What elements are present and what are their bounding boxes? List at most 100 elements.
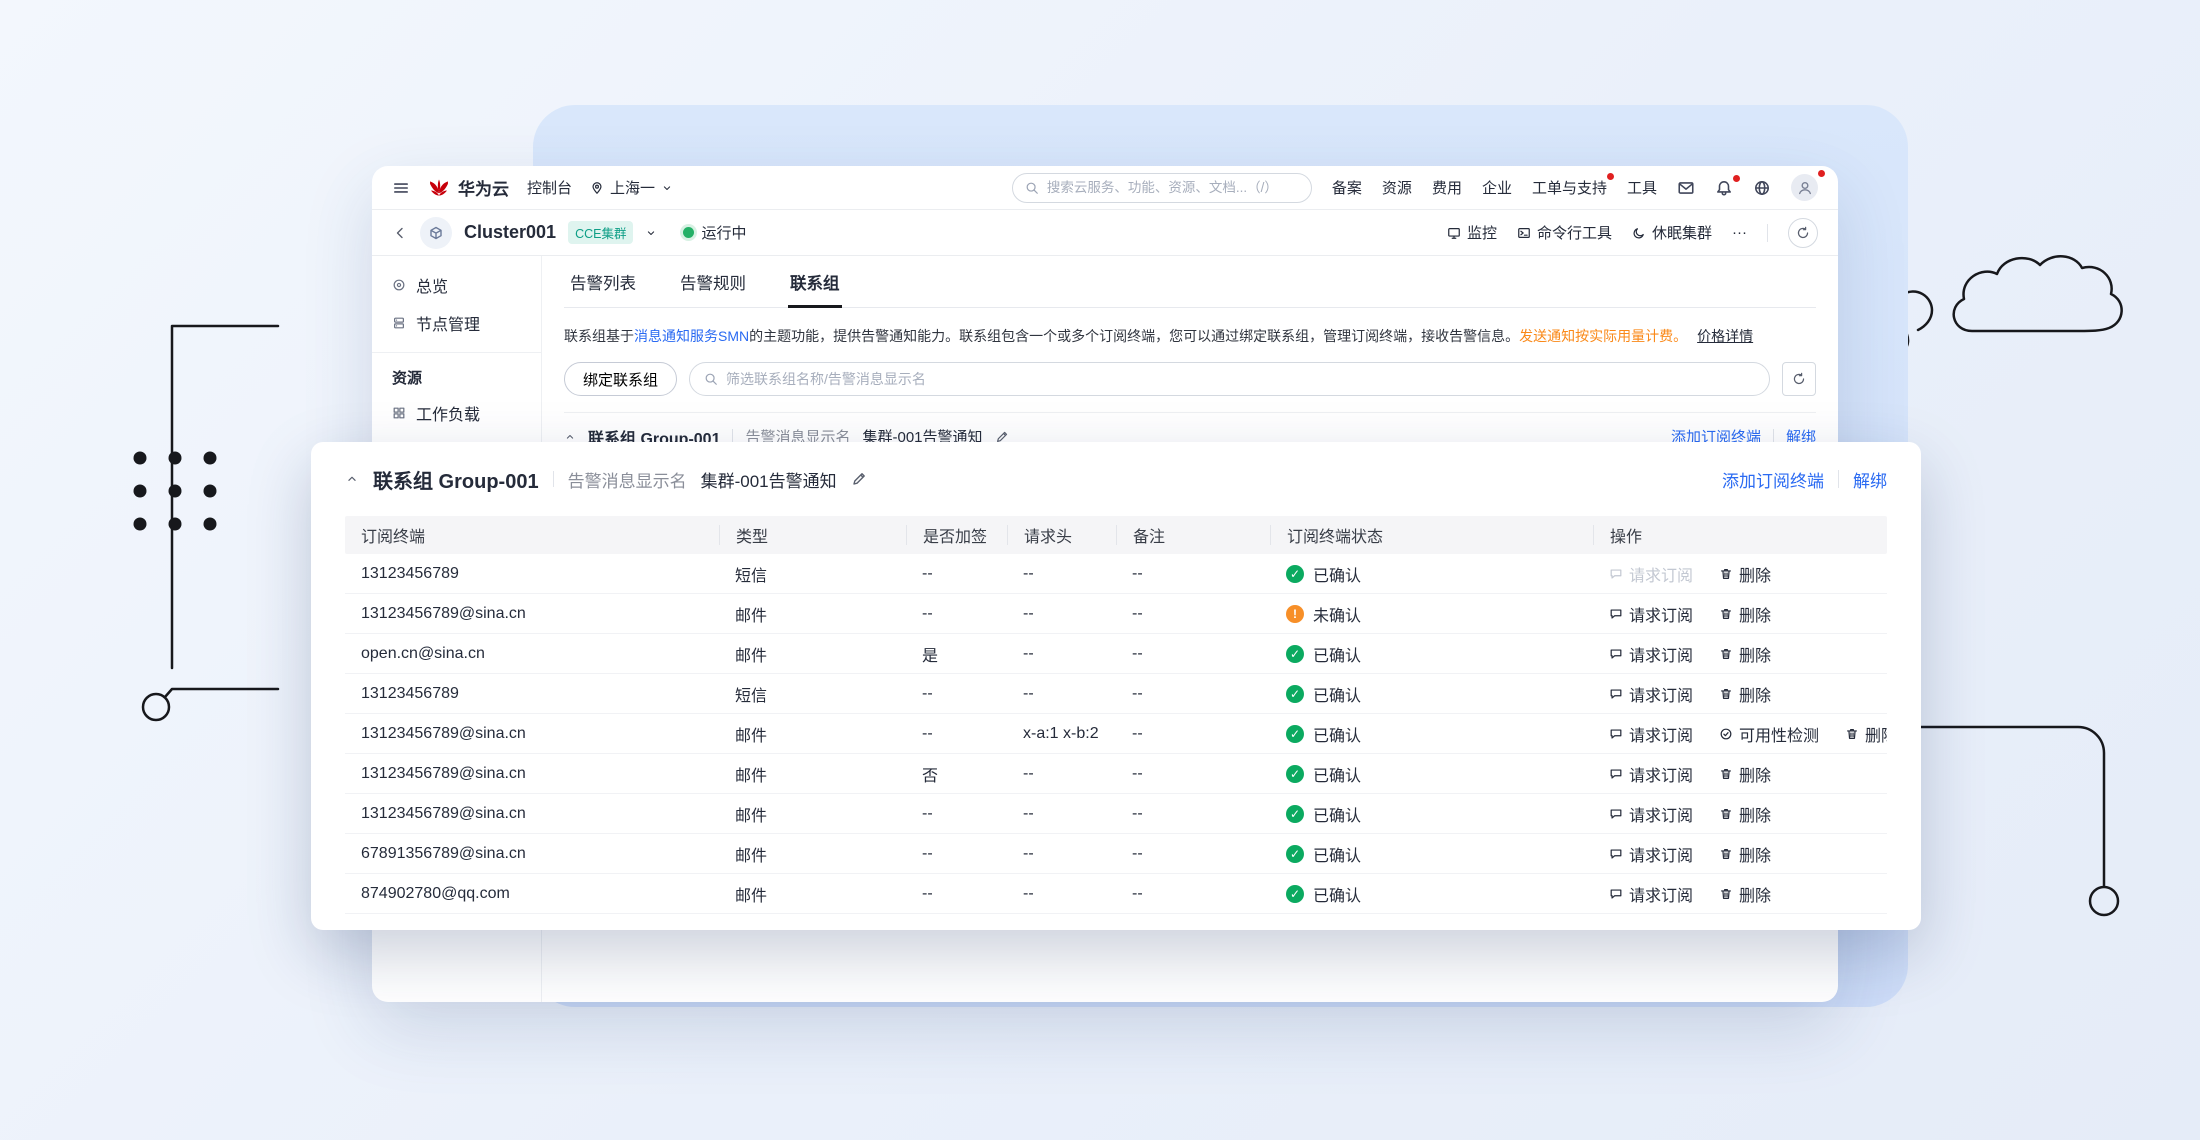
request-subscribe-action[interactable]: 请求订阅 <box>1609 642 1693 666</box>
endpoint-value: 13123456789@sina.cn <box>361 725 526 742</box>
refresh-button[interactable] <box>1788 218 1818 248</box>
collapse-chevron-icon[interactable] <box>564 431 576 443</box>
edit-icon[interactable] <box>851 471 867 487</box>
region-selector[interactable]: 上海一 <box>590 177 673 198</box>
delete-action[interactable]: 删除 <box>1845 722 1887 746</box>
request-subscribe-action[interactable]: 请求订阅 <box>1609 842 1693 866</box>
unbind-link[interactable]: 解绑 <box>1853 467 1887 492</box>
nav-link-tools[interactable]: 工具 <box>1627 177 1657 198</box>
global-search[interactable] <box>1012 173 1312 203</box>
table-row: open.cn@sina.cn 邮件 是 -- -- ✓ 已确认 请求订阅 删除 <box>345 634 1887 674</box>
request-subscribe-action[interactable]: 请求订阅 <box>1609 802 1693 826</box>
chevron-down-icon <box>661 182 673 194</box>
smn-service-link[interactable]: 消息通知服务SMN <box>634 328 749 344</box>
request-header-value: -- <box>1023 765 1034 782</box>
status-cell: ✓ 已确认 <box>1270 802 1593 826</box>
request-subscribe-label: 请求订阅 <box>1629 722 1693 746</box>
signed-cell: -- <box>906 605 1007 623</box>
request-header-value: -- <box>1023 685 1034 702</box>
price-details-link[interactable]: 价格详情 <box>1697 328 1753 344</box>
remark-value: -- <box>1132 685 1143 702</box>
delete-action[interactable]: 删除 <box>1719 642 1771 666</box>
global-search-input[interactable] <box>1047 180 1299 195</box>
column-actions: 操作 <box>1593 525 1887 545</box>
table-row: 13123456789@sina.cn 邮件 -- -- -- ! 未确认 请求… <box>345 594 1887 634</box>
type-cell: 邮件 <box>719 882 906 906</box>
status-icon: ✓ <box>1286 565 1304 583</box>
monitor-action[interactable]: 监控 <box>1447 222 1497 243</box>
column-status: 订阅终端状态 <box>1270 525 1593 545</box>
notification-bell-icon[interactable] <box>1715 179 1733 197</box>
sidebar-item-workload[interactable]: 工作负载 <box>372 394 541 432</box>
delete-action[interactable]: 删除 <box>1719 762 1771 786</box>
endpoint-value: 13123456789 <box>361 685 459 702</box>
sidebar-item-node-management[interactable]: 节点管理 <box>372 304 541 342</box>
request-subscribe-action[interactable]: 请求订阅 <box>1609 562 1693 586</box>
request-subscribe-action[interactable]: 请求订阅 <box>1609 602 1693 626</box>
delete-action[interactable]: 删除 <box>1719 562 1771 586</box>
tab-alarm-rules[interactable]: 告警规则 <box>678 256 748 308</box>
table-row: 13123456789 短信 -- -- -- ✓ 已确认 请求订阅 删除 <box>345 554 1887 594</box>
message-icon[interactable] <box>1677 179 1695 197</box>
availability-check-action[interactable]: 可用性检测 <box>1719 722 1819 746</box>
request-subscribe-action[interactable]: 请求订阅 <box>1609 882 1693 906</box>
toolbar: 绑定联系组 <box>564 362 1816 396</box>
request-subscribe-label: 请求订阅 <box>1629 802 1693 826</box>
signed-cell: -- <box>906 885 1007 903</box>
remark-value: -- <box>1132 765 1143 782</box>
filter-search-input[interactable] <box>726 371 1755 387</box>
actions-cell: 请求订阅 删除 <box>1593 802 1887 826</box>
sidebar-item-overview[interactable]: 总览 <box>372 266 541 304</box>
tab-alarm-list[interactable]: 告警列表 <box>568 256 638 308</box>
nav-link-beian[interactable]: 备案 <box>1332 177 1362 198</box>
running-status-label: 运行中 <box>701 222 746 243</box>
delete-action[interactable]: 删除 <box>1719 682 1771 706</box>
cluster-switch-chevron-icon[interactable] <box>645 227 657 239</box>
status-cell: ✓ 已确认 <box>1270 722 1593 746</box>
hibernate-cluster-action[interactable]: 休眠集群 <box>1632 222 1712 243</box>
nav-link-support[interactable]: 工单与支持 <box>1532 177 1607 198</box>
nav-link-resources[interactable]: 资源 <box>1382 177 1412 198</box>
language-globe-icon[interactable] <box>1753 179 1771 197</box>
subscribe-chat-icon <box>1609 647 1623 661</box>
collapse-chevron-icon[interactable] <box>345 472 359 486</box>
request-header-value: -- <box>1023 565 1034 582</box>
tab-contact-groups[interactable]: 联系组 <box>788 256 842 308</box>
add-endpoint-link[interactable]: 添加订阅终端 <box>1722 467 1824 492</box>
bind-contact-group-button[interactable]: 绑定联系组 <box>564 362 677 396</box>
delete-action[interactable]: 删除 <box>1719 602 1771 626</box>
filter-search[interactable] <box>689 362 1770 396</box>
delete-action[interactable]: 删除 <box>1719 842 1771 866</box>
type-value: 邮件 <box>735 728 767 745</box>
remark-value: -- <box>1132 885 1143 902</box>
remark-cell: -- <box>1116 565 1270 583</box>
delete-action[interactable]: 删除 <box>1719 802 1771 826</box>
nav-link-billing[interactable]: 费用 <box>1432 177 1462 198</box>
endpoint-value: 67891356789@sina.cn <box>361 845 526 862</box>
moon-icon <box>1632 226 1646 240</box>
endpoint-table-header: 订阅终端 类型 是否加签 请求头 备注 订阅终端状态 操作 <box>345 516 1887 554</box>
brand-logo[interactable]: 华为云 <box>428 175 509 200</box>
console-link[interactable]: 控制台 <box>527 177 572 198</box>
delete-action[interactable]: 删除 <box>1719 882 1771 906</box>
request-subscribe-label: 请求订阅 <box>1629 882 1693 906</box>
column-type: 类型 <box>719 525 906 545</box>
status-cell: ✓ 已确认 <box>1270 682 1593 706</box>
subscribe-chat-icon <box>1609 887 1623 901</box>
type-value: 邮件 <box>735 808 767 825</box>
user-avatar[interactable] <box>1791 174 1818 201</box>
more-actions-button[interactable]: ··· <box>1732 224 1747 241</box>
hamburger-menu-icon[interactable] <box>392 179 410 197</box>
request-subscribe-action[interactable]: 请求订阅 <box>1609 722 1693 746</box>
nav-link-enterprise[interactable]: 企业 <box>1482 177 1512 198</box>
endpoint-table: 订阅终端 类型 是否加签 请求头 备注 订阅终端状态 操作 1312345678… <box>345 516 1887 914</box>
refresh-list-button[interactable] <box>1782 362 1816 396</box>
status-icon: ✓ <box>1286 685 1304 703</box>
request-subscribe-action[interactable]: 请求订阅 <box>1609 682 1693 706</box>
signed-cell: -- <box>906 805 1007 823</box>
table-row: 13123456789@sina.cn 邮件 -- x-a:1 x-b:2 --… <box>345 714 1887 754</box>
request-subscribe-action[interactable]: 请求订阅 <box>1609 762 1693 786</box>
back-icon[interactable] <box>392 225 408 241</box>
trash-icon <box>1719 687 1733 701</box>
cli-tools-action[interactable]: 命令行工具 <box>1517 222 1612 243</box>
